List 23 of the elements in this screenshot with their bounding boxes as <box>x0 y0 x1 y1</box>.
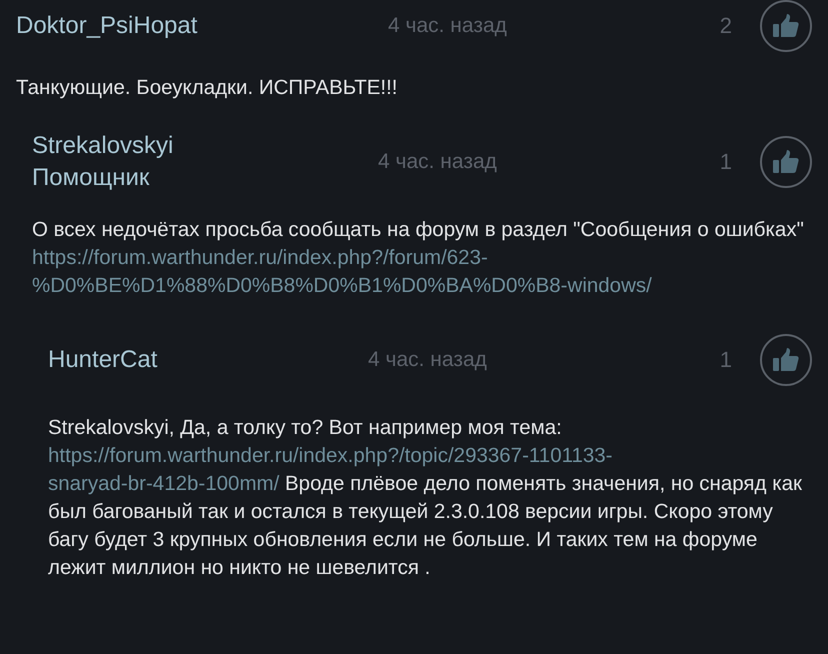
like-count: 2 <box>718 13 732 39</box>
author-role: Помощник <box>32 163 150 193</box>
thumbs-up-icon <box>773 348 799 372</box>
like-button[interactable] <box>760 334 812 386</box>
comment-link[interactable]: snaryad-br-412b-100mm/ <box>48 472 280 495</box>
comment-time: 4 час. назад <box>378 150 498 174</box>
like-count: 1 <box>718 347 732 373</box>
comment-link[interactable]: https://forum.warthunder.ru/index.php?/topic/293367-1101133- <box>48 444 613 467</box>
author-name[interactable]: HunterCat <box>48 344 368 376</box>
like-count: 1 <box>718 149 732 175</box>
comment-link[interactable]: https://forum.warthunder.ru/index.php?/forum/623- <box>32 246 488 269</box>
comment-text: О всех недочётах просьба сообщать на форум в раздел "Сообщения о ошибках" https://forum.warthunder.ru/index.php?/forum/623- %D0%BE%D1%88%D0%B8%D0%B1%D0%BA%D0%B8-windows/ <box>32 217 805 299</box>
comment-text: Strekalovskyi, Да, а толку то? Вот например моя тема: https://forum.warthunder.ru/index.php?/topic/293367-1101133- snaryad-br-412b-100mm/ Вроде плёвое дело поменять значения, но снаряд как был багованый так и остался в текущей 2.3.0.108 версии игры. Скоро этому багу будет 3 крупных обновления если не больше. И таких тем на форуме лежит миллион но никто не шевелится . <box>48 415 803 581</box>
author-name[interactable]: Strekalovskyi <box>32 130 378 162</box>
comment-time: 4 час. назад <box>368 348 488 372</box>
comment-text: Танкующие. Боеукладки. ИСПРАВЬТЕ!!! <box>16 75 398 101</box>
author-name[interactable]: Doktor_PsiHopat <box>16 10 388 42</box>
like-button[interactable] <box>760 136 812 188</box>
thumbs-up-icon <box>773 14 799 38</box>
thumbs-up-icon <box>773 150 799 174</box>
comment-time: 4 час. назад <box>388 14 508 38</box>
like-button[interactable] <box>760 0 812 52</box>
comment-link[interactable]: %D0%BE%D1%88%D0%B8%D0%B1%D0%BA%D0%B8-windows/ <box>32 274 652 297</box>
